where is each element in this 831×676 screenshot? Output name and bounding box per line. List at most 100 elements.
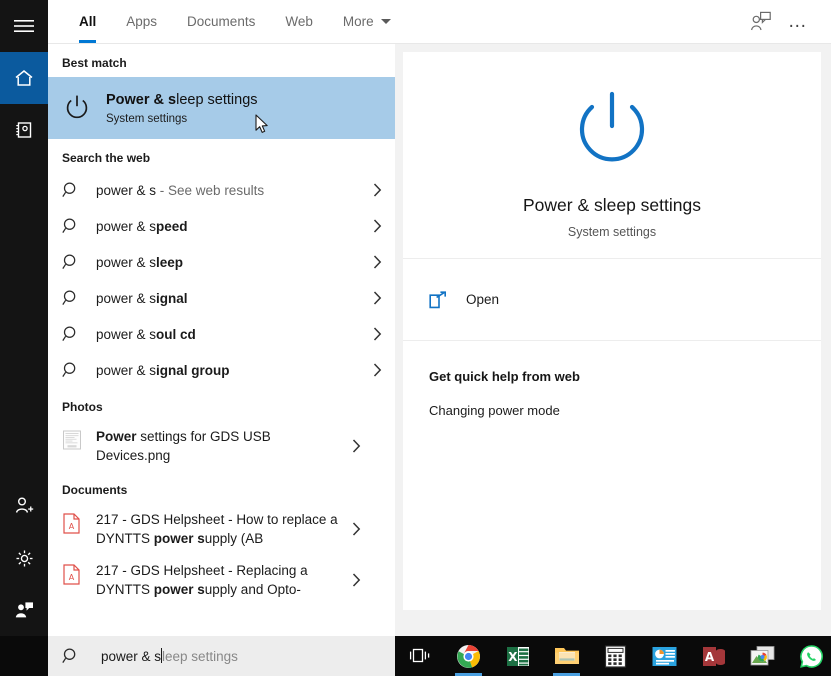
web-suggestion-completion: oul cd xyxy=(156,327,196,342)
web-suggestion-text: power & sleep xyxy=(96,255,367,270)
photo-item-match: Power xyxy=(96,429,137,444)
pdf-icon: A xyxy=(62,510,96,539)
result-document-item[interactable]: A 217 - GDS Helpsheet - How to replace a… xyxy=(48,504,395,554)
taskbar-search-input[interactable]: power & sleep settings xyxy=(48,636,395,676)
search-icon xyxy=(62,325,96,344)
left-navigation-rail xyxy=(0,0,48,676)
web-suggestion-prefix: power & s xyxy=(96,327,156,342)
document-item-label: 217 - GDS Helpsheet - How to replace a D… xyxy=(96,510,346,548)
feedback-button[interactable] xyxy=(741,2,779,40)
chevron-right-icon[interactable] xyxy=(367,183,387,197)
sidebar-item-feedback[interactable] xyxy=(0,584,48,636)
photo-item-label: Power settings for GDS USB Devices.png xyxy=(96,427,346,465)
excel-icon: X xyxy=(506,645,530,668)
sidebar-item-settings[interactable] xyxy=(0,532,48,584)
taskbar-calculator-button[interactable] xyxy=(591,636,640,676)
result-best-match-power-sleep-settings[interactable]: Power & sleep settings System settings xyxy=(48,77,395,139)
open-action-button[interactable]: Open xyxy=(403,291,499,309)
tab-web[interactable]: Web xyxy=(270,0,328,43)
web-suggestion-prefix: power & s xyxy=(96,291,156,306)
taskbar-file-explorer-button[interactable] xyxy=(542,636,591,676)
settings-gear-icon xyxy=(14,548,35,569)
preview-hero: Power & sleep settings System settings xyxy=(403,52,821,259)
sidebar-item-add-account[interactable] xyxy=(0,480,48,532)
taskbar-chrome-button[interactable] xyxy=(444,636,493,676)
tab-web-label: Web xyxy=(285,14,313,29)
taskbar-access-button[interactable]: A xyxy=(689,636,738,676)
power-icon xyxy=(62,93,106,123)
chevron-right-icon[interactable] xyxy=(367,219,387,233)
chevron-right-icon[interactable] xyxy=(367,255,387,269)
powerpoint-icon xyxy=(652,646,677,667)
web-suggestion-text: power & signal xyxy=(96,291,367,306)
tab-all-label: All xyxy=(79,14,96,29)
chevron-right-icon[interactable] xyxy=(367,363,387,377)
more-options-button[interactable]: … xyxy=(779,2,817,40)
quick-help-section: Get quick help from web Changing power m… xyxy=(403,341,821,418)
search-icon xyxy=(62,361,96,380)
notebook-icon xyxy=(14,120,34,140)
search-icon xyxy=(62,253,96,272)
taskbar-photos-button[interactable] xyxy=(738,636,787,676)
svg-text:A: A xyxy=(704,650,714,664)
chevron-right-icon[interactable] xyxy=(346,439,366,453)
tab-apps[interactable]: Apps xyxy=(111,0,172,43)
chevron-right-icon[interactable] xyxy=(367,327,387,341)
preview-actions: Open xyxy=(403,259,821,341)
section-header-documents: Documents xyxy=(48,471,395,504)
task-view-icon xyxy=(409,646,431,666)
document-item-post: upply and Opto- xyxy=(205,582,301,597)
search-typed-text: power & s xyxy=(101,649,161,664)
result-document-item[interactable]: A 217 - GDS Helpsheet - Replacing a DYNT… xyxy=(48,555,395,605)
chrome-icon xyxy=(456,644,481,669)
photos-icon xyxy=(750,645,775,667)
add-person-icon xyxy=(13,495,35,517)
ellipsis-icon: … xyxy=(788,12,809,31)
chevron-down-icon xyxy=(381,19,391,24)
result-web-suggestion[interactable]: power & sleep xyxy=(48,244,395,280)
result-photo-item[interactable]: Power settings for GDS USB Devices.png xyxy=(48,421,395,471)
hamburger-icon xyxy=(14,19,34,33)
svg-text:A: A xyxy=(69,573,75,582)
web-suggestion-prefix: power & s xyxy=(96,183,156,198)
best-match-title: Power & sleep settings xyxy=(106,91,387,109)
image-thumbnail-icon xyxy=(62,427,96,456)
search-icon xyxy=(62,217,96,236)
tab-documents[interactable]: Documents xyxy=(172,0,270,43)
search-results-list: Best match Power & sleep settings System… xyxy=(48,44,395,639)
chevron-right-icon[interactable] xyxy=(367,291,387,305)
sidebar-item-home[interactable] xyxy=(0,52,48,104)
feedback-person-icon xyxy=(749,11,772,32)
taskbar-whatsapp-button[interactable] xyxy=(787,636,831,676)
taskbar-task-view-button[interactable] xyxy=(395,636,444,676)
tab-all[interactable]: All xyxy=(64,0,111,43)
web-suggestion-text: power & signal group xyxy=(96,363,367,378)
result-web-suggestion[interactable]: power & speed xyxy=(48,208,395,244)
web-suggestion-tail: - See web results xyxy=(156,183,264,198)
tab-more[interactable]: More xyxy=(328,0,406,43)
tab-list: All Apps Documents Web More xyxy=(64,0,406,43)
sidebar-item-notebook[interactable] xyxy=(0,104,48,156)
taskbar-excel-button[interactable]: X xyxy=(493,636,542,676)
result-web-suggestion[interactable]: power & signal group xyxy=(48,352,395,388)
quick-help-link[interactable]: Changing power mode xyxy=(429,403,821,418)
result-web-suggestion[interactable]: power & soul cd xyxy=(48,316,395,352)
hamburger-menu-button[interactable] xyxy=(0,0,48,52)
preview-title: Power & sleep settings xyxy=(523,195,701,216)
result-web-suggestion[interactable]: power & s - See web results xyxy=(48,172,395,208)
tab-apps-label: Apps xyxy=(126,14,157,29)
web-suggestion-completion: ignal xyxy=(156,291,188,306)
search-icon xyxy=(62,289,96,308)
taskbar-powerpoint-button[interactable] xyxy=(640,636,689,676)
open-action-label: Open xyxy=(466,292,499,307)
chevron-right-icon[interactable] xyxy=(346,573,366,587)
best-match-title-match: Power & s xyxy=(106,92,176,108)
web-suggestion-text: power & speed xyxy=(96,219,367,234)
web-suggestion-completion: leep xyxy=(156,255,183,270)
web-suggestion-text: power & soul cd xyxy=(96,327,367,342)
chevron-right-icon[interactable] xyxy=(346,522,366,536)
result-web-suggestion[interactable]: power & signal xyxy=(48,280,395,316)
svg-text:X: X xyxy=(508,650,518,664)
web-suggestion-prefix: power & s xyxy=(96,363,156,378)
search-input-text: power & sleep settings xyxy=(101,648,238,664)
